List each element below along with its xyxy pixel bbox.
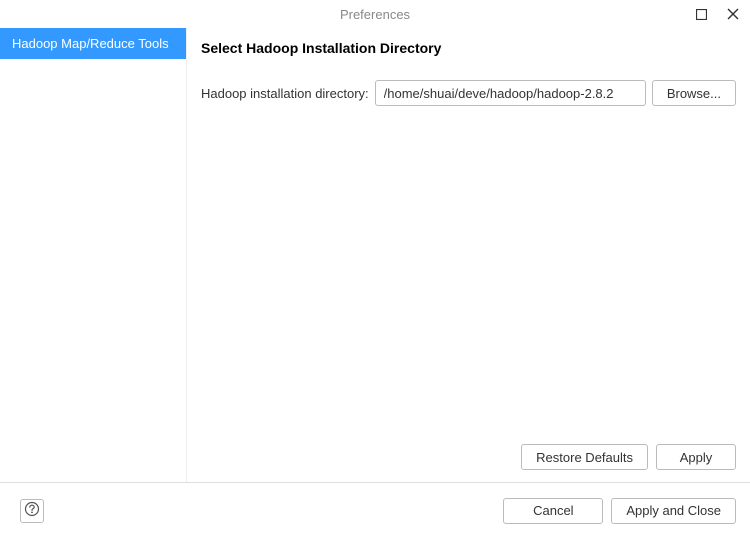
sidebar-item-label: Hadoop Map/Reduce Tools: [12, 36, 169, 51]
install-dir-input[interactable]: [375, 80, 646, 106]
install-dir-row: Hadoop installation directory: Browse...: [201, 80, 736, 106]
help-icon: [24, 501, 40, 520]
install-dir-label: Hadoop installation directory:: [201, 86, 369, 101]
apply-and-close-button[interactable]: Apply and Close: [611, 498, 736, 524]
sidebar: Hadoop Map/Reduce Tools: [0, 28, 187, 482]
footer: Cancel Apply and Close: [0, 482, 750, 538]
sidebar-item-hadoop-mapreduce-tools[interactable]: Hadoop Map/Reduce Tools: [0, 28, 186, 59]
browse-button[interactable]: Browse...: [652, 80, 736, 106]
page-heading: Select Hadoop Installation Directory: [201, 40, 736, 56]
close-icon[interactable]: [726, 7, 740, 21]
restore-defaults-button[interactable]: Restore Defaults: [521, 444, 648, 470]
footer-buttons: Cancel Apply and Close: [503, 498, 736, 524]
titlebar-controls: [694, 0, 740, 28]
content-panel: Select Hadoop Installation Directory Had…: [187, 28, 750, 482]
main-area: Hadoop Map/Reduce Tools Select Hadoop In…: [0, 28, 750, 482]
maximize-icon[interactable]: [694, 7, 708, 21]
cancel-button[interactable]: Cancel: [503, 498, 603, 524]
content-spacer: [201, 106, 736, 438]
apply-button[interactable]: Apply: [656, 444, 736, 470]
window-title: Preferences: [340, 7, 410, 22]
titlebar: Preferences: [0, 0, 750, 28]
help-button[interactable]: [20, 499, 44, 523]
page-buttons: Restore Defaults Apply: [201, 438, 736, 482]
